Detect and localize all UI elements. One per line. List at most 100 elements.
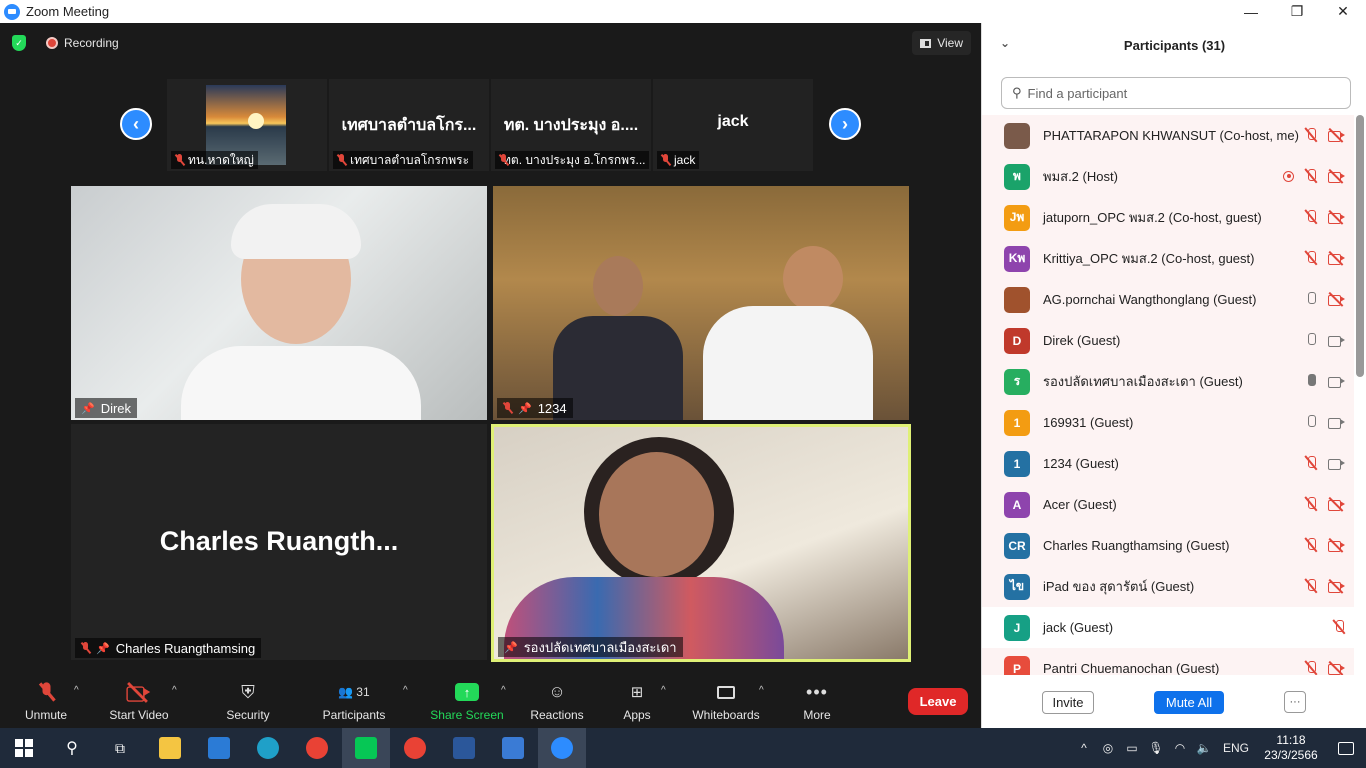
share-options-caret-icon[interactable]: ^ — [501, 685, 506, 696]
file-explorer-icon[interactable] — [146, 728, 194, 768]
video-icon[interactable] — [1328, 374, 1346, 388]
video-off-icon[interactable] — [1328, 579, 1346, 594]
video-off-icon[interactable] — [1328, 497, 1346, 512]
mic-icon[interactable] — [1304, 332, 1318, 348]
audio-options-caret-icon[interactable]: ^ — [74, 685, 79, 696]
encryption-shield-icon[interactable]: ✓ — [12, 35, 26, 51]
mic-icon[interactable] — [1304, 373, 1318, 389]
video-tile-active-speaker[interactable]: 📌 รองปลัดเทศบาลเมืองสะเดา — [491, 424, 911, 662]
taskbar-clock[interactable]: 11:18 23/3/2566 — [1256, 733, 1326, 763]
video-icon[interactable] — [1328, 415, 1346, 429]
participant-row[interactable]: A Acer (Guest) — [982, 484, 1354, 525]
video-off-icon[interactable] — [1328, 292, 1346, 307]
mic-muted-icon[interactable] — [1304, 250, 1318, 266]
participant-row[interactable]: D Direk (Guest) — [982, 320, 1354, 361]
chrome-icon-2[interactable] — [391, 728, 439, 768]
mail-icon[interactable] — [195, 728, 243, 768]
recording-indicator[interactable]: Recording — [46, 36, 119, 50]
mic-muted-icon[interactable] — [1304, 496, 1318, 512]
mute-all-button[interactable]: Mute All — [1154, 691, 1224, 714]
mic-muted-icon[interactable] — [1304, 127, 1318, 143]
video-icon[interactable] — [1328, 333, 1346, 347]
next-page-arrow-icon[interactable]: › — [829, 108, 861, 140]
video-off-icon[interactable] — [1328, 251, 1346, 266]
participant-row[interactable]: PHATTARAPON KHWANSUT (Co-host, me) — [982, 115, 1354, 156]
view-button[interactable]: View — [912, 31, 971, 55]
close-button[interactable]: ✕ — [1320, 0, 1366, 23]
thumbnail-tile[interactable]: เทศบาลตำบลโกร... เทศบาลตำบลโกรกพระ — [329, 79, 489, 171]
participant-row[interactable]: 1 169931 (Guest) — [982, 402, 1354, 443]
panel-more-button[interactable]: ··· — [1284, 691, 1306, 713]
participant-row[interactable]: ร รองปลัดเทศบาลเมืองสะเดา (Guest) — [982, 361, 1354, 402]
mic-icon[interactable] — [1304, 291, 1318, 307]
mic-icon[interactable] — [1304, 414, 1318, 430]
thumbnail-tile[interactable]: jack jack — [653, 79, 813, 171]
task-view-icon[interactable]: ⧉ — [96, 728, 144, 768]
search-input[interactable] — [1027, 85, 1328, 101]
mic-muted-icon[interactable] — [1304, 578, 1318, 594]
leave-button[interactable]: Leave — [908, 688, 968, 715]
share-screen-button[interactable]: ↑ Share Screen — [430, 675, 504, 728]
reactions-button[interactable]: ☺ Reactions — [528, 675, 586, 728]
prev-page-arrow-icon[interactable]: ‹ — [120, 108, 152, 140]
minimize-button[interactable]: — — [1228, 0, 1274, 23]
whiteboards-options-caret-icon[interactable]: ^ — [759, 685, 764, 696]
zoom-icon[interactable] — [538, 728, 586, 768]
thumbnail-tile[interactable]: ทน.หาดใหญ่ — [167, 79, 327, 171]
chrome-icon[interactable] — [293, 728, 341, 768]
participant-row[interactable]: Kพ Krittiya_OPC พมส.2 (Co-host, guest) — [982, 238, 1354, 279]
participant-row[interactable]: AG.pornchai Wangthonglang (Guest) — [982, 279, 1354, 320]
mic-muted-icon[interactable] — [1304, 537, 1318, 553]
security-button[interactable]: ⛨ Security — [222, 675, 274, 728]
participant-row[interactable]: พ พมส.2 (Host) — [982, 156, 1354, 197]
start-video-button[interactable]: Start Video — [104, 675, 174, 728]
notification-center-icon[interactable] — [1326, 728, 1366, 768]
video-tile-1234[interactable]: 📌 1234 — [493, 186, 909, 420]
video-off-icon[interactable] — [1328, 169, 1346, 184]
video-off-icon[interactable] — [1328, 538, 1346, 553]
video-off-icon[interactable] — [1328, 661, 1346, 675]
participant-row[interactable]: Jพ jatuporn_OPC พมส.2 (Co-host, guest) — [982, 197, 1354, 238]
video-off-icon[interactable] — [1328, 128, 1346, 143]
mic-muted-icon[interactable] — [1304, 209, 1318, 225]
wifi-icon[interactable]: ◠ — [1168, 741, 1192, 755]
participant-list-scrollbar[interactable] — [1356, 115, 1364, 377]
participants-button[interactable]: 👥 31 Participants — [318, 675, 390, 728]
language-indicator[interactable]: ENG — [1216, 741, 1256, 755]
apps-button[interactable]: ⊞ Apps — [618, 675, 656, 728]
participant-row[interactable]: CR Charles Ruangthamsing (Guest) — [982, 525, 1354, 566]
apps-options-caret-icon[interactable]: ^ — [661, 685, 666, 696]
battery-icon[interactable]: ▭ — [1120, 741, 1144, 755]
thumbnail-tile[interactable]: ทต. บางประมุง อ.... ทต. บางประมุง อ.โกรก… — [491, 79, 651, 171]
word-icon[interactable] — [440, 728, 488, 768]
video-icon[interactable] — [1328, 456, 1346, 470]
unmute-button[interactable]: Unmute — [18, 675, 74, 728]
participants-options-caret-icon[interactable]: ^ — [403, 685, 408, 696]
edge-icon[interactable] — [244, 728, 292, 768]
start-windows-icon[interactable] — [0, 728, 48, 768]
tray-mic-icon[interactable]: 🎙 — [1144, 741, 1168, 755]
mic-muted-icon[interactable] — [1304, 660, 1318, 675]
mic-muted-icon[interactable] — [1332, 619, 1346, 635]
volume-icon[interactable]: 🔈 — [1192, 741, 1216, 755]
participant-row[interactable]: 1 1234 (Guest) — [982, 443, 1354, 484]
more-button[interactable]: ••• More — [798, 675, 836, 728]
photos-icon[interactable] — [489, 728, 537, 768]
line-icon[interactable] — [342, 728, 390, 768]
restore-button[interactable]: ❐ — [1274, 0, 1320, 23]
whiteboards-button[interactable]: Whiteboards — [690, 675, 762, 728]
mic-muted-icon[interactable] — [1304, 168, 1318, 184]
collapse-chevron-icon[interactable]: ⌄ — [1000, 36, 1010, 50]
video-off-icon[interactable] — [1328, 210, 1346, 225]
invite-button[interactable]: Invite — [1042, 691, 1094, 714]
video-tile-charles[interactable]: Charles Ruangth... 📌 Charles Ruangthamsi… — [71, 424, 487, 660]
participant-search[interactable]: ⚲ — [1001, 77, 1351, 109]
participant-row[interactable]: ไข iPad ของ สุดารัตน์ (Guest) — [982, 566, 1354, 607]
taskbar-search-icon[interactable]: ⚲ — [48, 728, 96, 768]
video-tile-direk[interactable]: 📌 Direk — [71, 186, 487, 420]
participant-row[interactable]: Jjack (Guest) — [982, 607, 1354, 648]
tray-chevron-icon[interactable]: ^ — [1072, 741, 1096, 755]
tray-zoom-icon[interactable]: ◎ — [1096, 741, 1120, 755]
participant-row[interactable]: P Pantri Chuemanochan (Guest) — [982, 648, 1354, 675]
video-options-caret-icon[interactable]: ^ — [172, 685, 177, 696]
